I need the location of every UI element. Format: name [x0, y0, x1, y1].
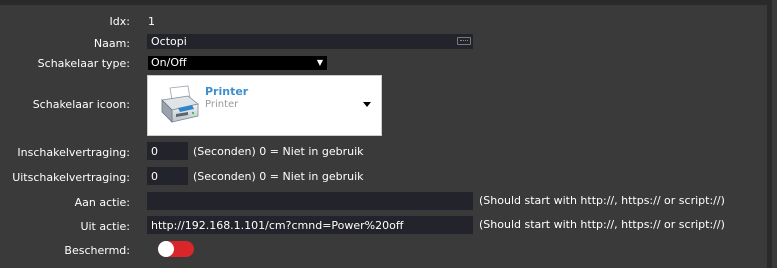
protected-toggle[interactable] — [158, 241, 194, 257]
idx-value: 1 — [148, 15, 155, 28]
switch-icon-dropdown[interactable]: Printer Printer — [147, 75, 382, 136]
on-action-hint: (Should start with http://, https:// or … — [479, 194, 725, 207]
switch-type-select[interactable]: On/Off ▼ — [148, 56, 327, 70]
switch-type-value: On/Off — [151, 56, 187, 69]
icon-title: Printer — [205, 85, 249, 98]
toggle-knob — [158, 241, 174, 257]
on-action-input[interactable] — [147, 192, 473, 210]
on-delay-label: Inschakelvertraging: — [17, 146, 130, 159]
off-action-label: Uit actie: — [80, 220, 130, 233]
off-delay-hint: (Seconden) 0 = Niet in gebruik — [193, 170, 364, 183]
chevron-down-icon: ▼ — [316, 58, 323, 67]
switch-icon-label: Schakelaar icoon: — [32, 98, 130, 111]
protected-label: Beschermd: — [64, 244, 130, 257]
name-input[interactable] — [147, 34, 473, 49]
switch-type-label: Schakelaar type: — [37, 57, 130, 70]
idx-label: Idx: — [109, 15, 130, 28]
off-action-hint: (Should start with http://, https:// or … — [479, 218, 725, 231]
on-delay-input[interactable] — [147, 142, 188, 160]
keyboard-icon[interactable] — [457, 37, 471, 45]
printer-icon — [161, 85, 199, 123]
off-delay-label: Uitschakelvertraging: — [12, 171, 130, 184]
on-action-label: Aan actie: — [74, 196, 130, 209]
icon-subtitle: Printer — [205, 99, 239, 110]
on-delay-hint: (Seconden) 0 = Niet in gebruik — [193, 145, 364, 158]
off-delay-input[interactable] — [147, 167, 188, 185]
dropdown-arrow-icon — [363, 102, 371, 107]
name-label: Naam: — [93, 37, 130, 50]
off-action-input[interactable] — [147, 216, 473, 234]
